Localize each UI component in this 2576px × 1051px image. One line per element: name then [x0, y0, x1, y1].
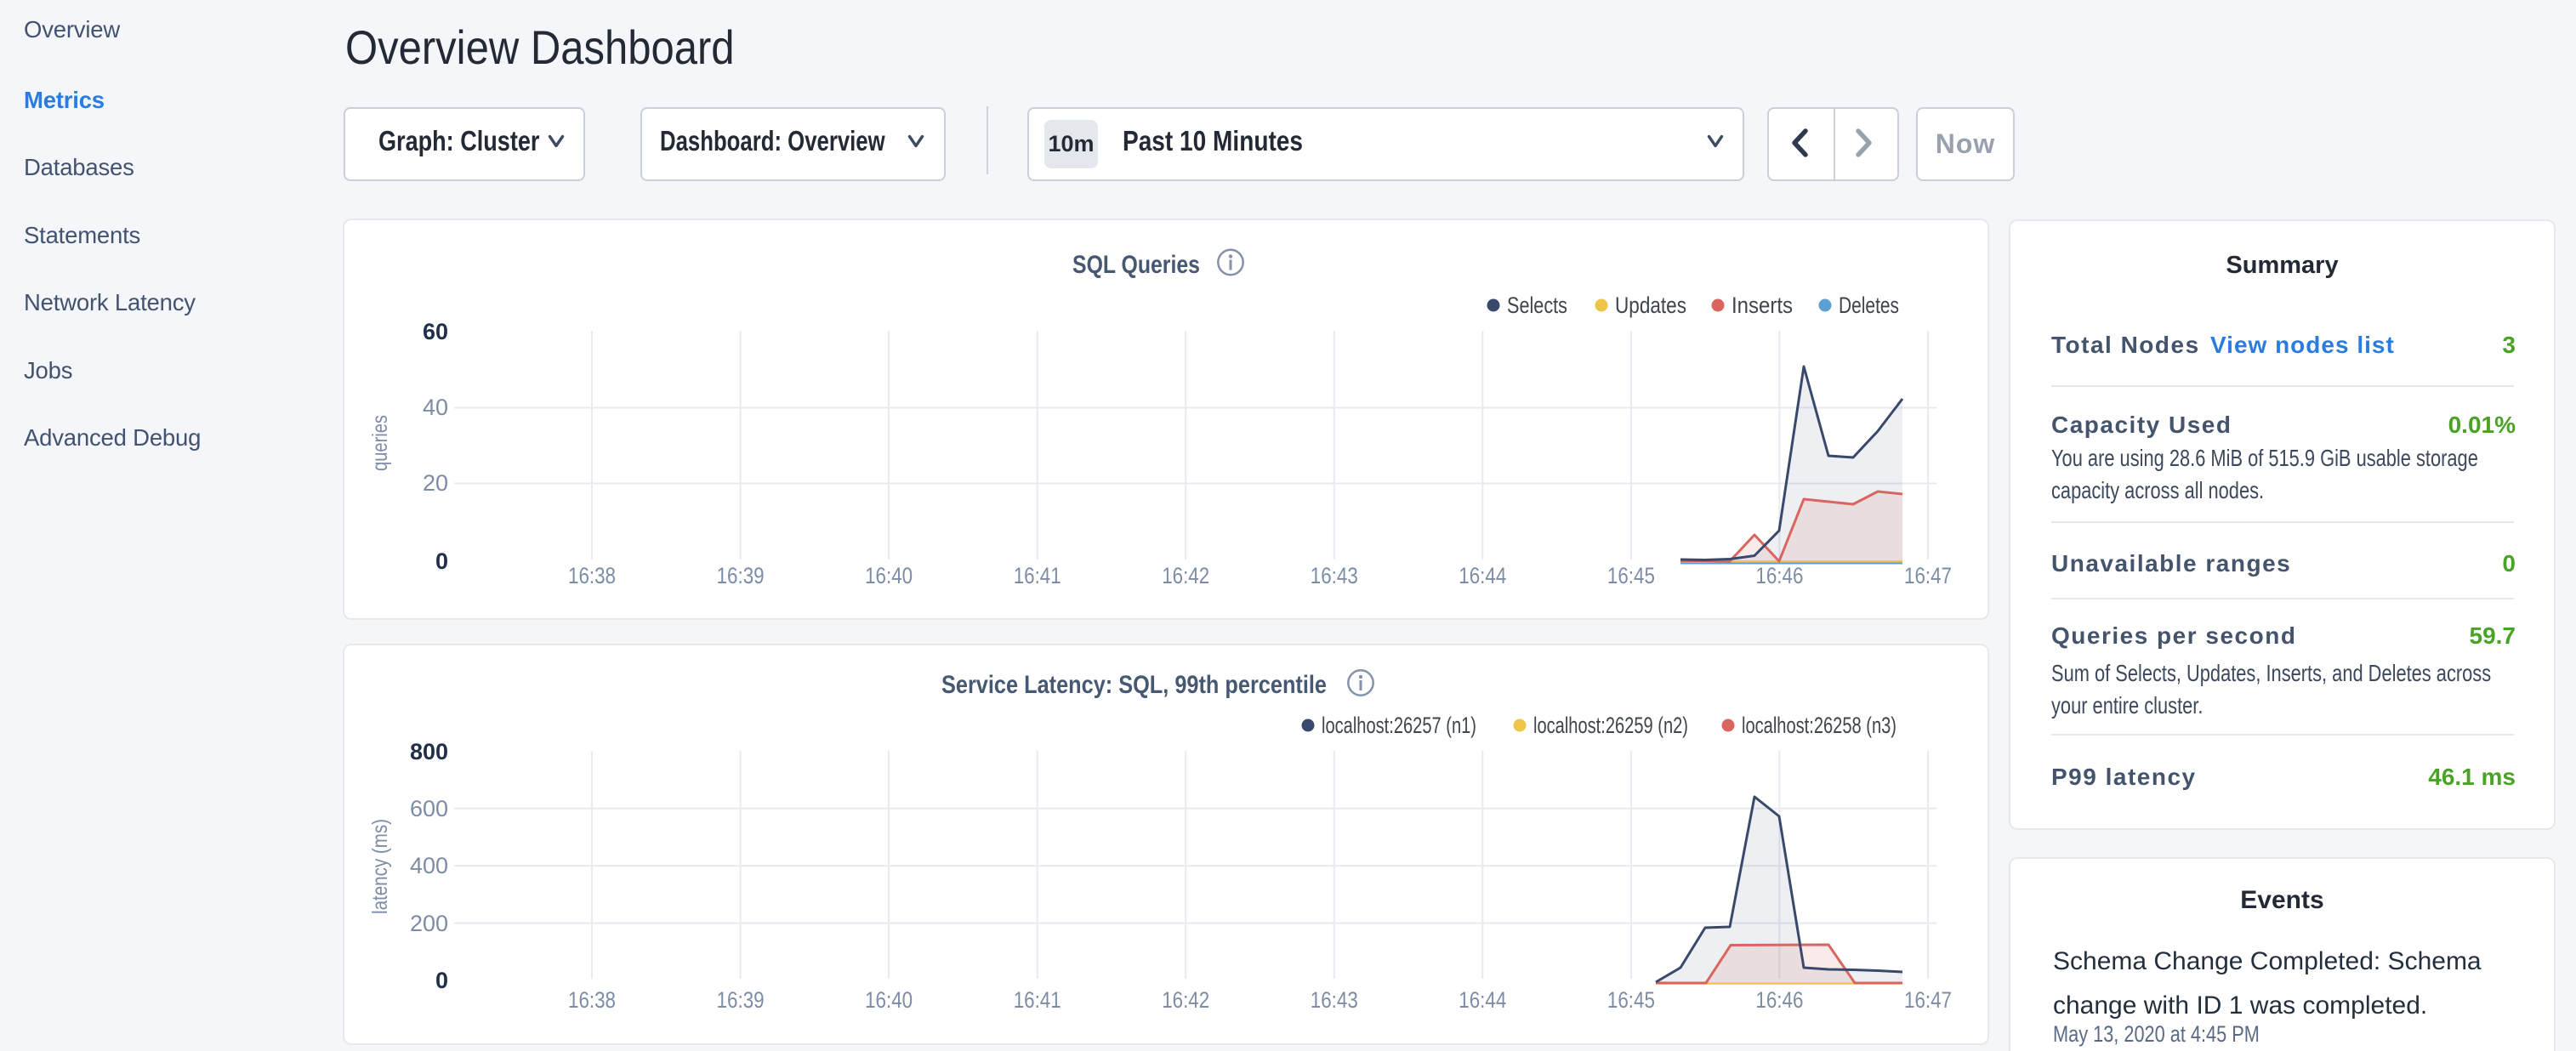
svg-text:localhost:26259 (n2): localhost:26259 (n2): [1533, 713, 1688, 738]
svg-text:16:44: 16:44: [1459, 563, 1506, 588]
svg-text:800: 800: [410, 739, 448, 764]
svg-text:Deletes: Deletes: [1839, 293, 1899, 318]
svg-text:16:38: 16:38: [568, 987, 616, 1013]
svg-text:localhost:26258 (n3): localhost:26258 (n3): [1742, 713, 1896, 738]
svg-text:latency (ms): latency (ms): [368, 819, 392, 914]
svg-text:16:46: 16:46: [1755, 987, 1803, 1013]
svg-text:localhost:26257 (n1): localhost:26257 (n1): [1322, 713, 1476, 738]
svg-text:SQL Queries: SQL Queries: [1072, 251, 1200, 279]
svg-text:0: 0: [435, 548, 448, 574]
svg-text:0: 0: [435, 968, 448, 993]
svg-text:16:47: 16:47: [1904, 563, 1952, 588]
svg-text:16:40: 16:40: [865, 987, 913, 1013]
svg-text:16:42: 16:42: [1162, 987, 1209, 1013]
svg-text:Service Latency: SQL, 99th per: Service Latency: SQL, 99th percentile: [941, 671, 1327, 699]
svg-text:60: 60: [423, 319, 448, 344]
svg-text:16:43: 16:43: [1311, 987, 1358, 1013]
svg-text:16:40: 16:40: [865, 563, 913, 588]
svg-text:Selects: Selects: [1507, 293, 1567, 318]
svg-text:16:46: 16:46: [1755, 563, 1803, 588]
svg-text:16:41: 16:41: [1014, 987, 1061, 1013]
svg-text:Updates: Updates: [1615, 293, 1686, 318]
svg-text:16:41: 16:41: [1014, 563, 1061, 588]
svg-text:40: 40: [423, 395, 448, 420]
svg-text:20: 20: [423, 470, 448, 496]
svg-text:200: 200: [410, 911, 448, 936]
svg-text:16:43: 16:43: [1311, 563, 1358, 588]
svg-text:16:39: 16:39: [717, 987, 765, 1013]
svg-text:16:47: 16:47: [1904, 987, 1952, 1013]
svg-text:400: 400: [410, 853, 448, 878]
svg-text:16:44: 16:44: [1459, 987, 1506, 1013]
svg-text:600: 600: [410, 796, 448, 821]
svg-text:16:45: 16:45: [1607, 563, 1655, 588]
svg-text:queries: queries: [368, 415, 392, 471]
svg-text:16:42: 16:42: [1162, 563, 1209, 588]
svg-text:16:38: 16:38: [568, 563, 616, 588]
svg-text:Inserts: Inserts: [1732, 293, 1793, 318]
svg-text:16:39: 16:39: [717, 563, 765, 588]
svg-text:16:45: 16:45: [1607, 987, 1655, 1013]
